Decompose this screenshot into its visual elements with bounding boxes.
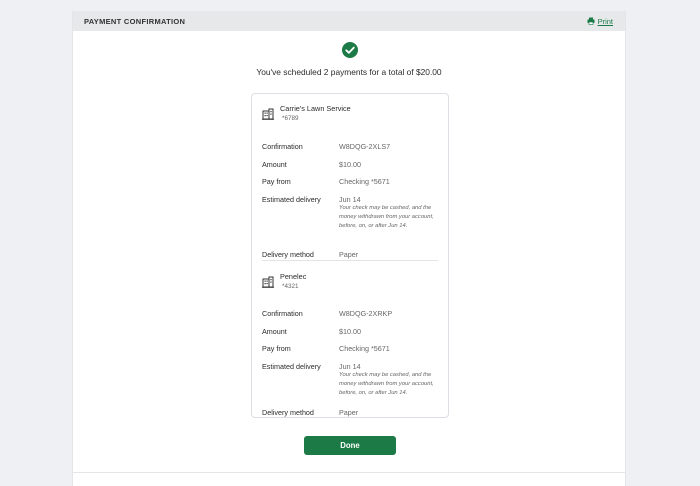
confirmation-value: W8DQG-2XRKP	[339, 309, 393, 318]
print-label: Print	[597, 16, 613, 26]
delivery-note: Your check may be cashed, and the money …	[339, 372, 434, 397]
pay-from-value: Checking *5671	[339, 344, 390, 353]
payee-name: Carrie's Lawn Service	[280, 104, 351, 113]
delivery-method-label: Delivery method	[262, 250, 314, 259]
amount-label: Amount	[262, 160, 287, 169]
amount-value: $10.00	[339, 160, 361, 169]
confirmation-label: Confirmation	[262, 142, 303, 151]
payee-account: *4321	[282, 283, 299, 290]
delivery-method-value: Paper	[339, 250, 359, 259]
printer-icon	[587, 17, 595, 25]
confirmation-label: Confirmation	[262, 309, 303, 318]
page-title: PAYMENT CONFIRMATION	[84, 16, 186, 26]
print-link[interactable]: Print	[587, 17, 613, 26]
pay-from-label: Pay from	[262, 344, 291, 353]
amount-value: $10.00	[339, 327, 361, 336]
payee-account: *6789	[282, 115, 299, 122]
done-button[interactable]: Done	[304, 436, 396, 455]
delivery-note: Your check may be cashed, and the money …	[339, 205, 434, 230]
payee-name: Penelec	[280, 272, 307, 281]
payment-summary: You've scheduled 2 payments for a total …	[256, 67, 442, 77]
estimated-delivery-label: Estimated delivery	[262, 195, 321, 204]
payments-card: Carrie's Lawn Service *6789 Confirmation…	[251, 93, 449, 418]
estimated-delivery-label: Estimated delivery	[262, 362, 321, 371]
footer-divider	[73, 472, 625, 473]
building-icon	[262, 108, 274, 120]
estimated-delivery-value: Jun 14	[339, 362, 361, 371]
pay-from-label: Pay from	[262, 177, 291, 186]
success-check-icon	[342, 42, 358, 58]
delivery-method-label: Delivery method	[262, 408, 314, 417]
pay-from-value: Checking *5671	[339, 177, 390, 186]
confirmation-value: W8DQG-2XLS7	[339, 142, 391, 151]
panel-header: PAYMENT CONFIRMATION Print	[73, 11, 625, 31]
estimated-delivery-value: Jun 14	[339, 195, 361, 204]
delivery-method-value: Paper	[339, 408, 359, 417]
building-icon	[262, 276, 274, 288]
payment-divider	[262, 260, 438, 261]
amount-label: Amount	[262, 327, 287, 336]
confirmation-panel: PAYMENT CONFIRMATION Print You've schedu…	[72, 11, 626, 486]
